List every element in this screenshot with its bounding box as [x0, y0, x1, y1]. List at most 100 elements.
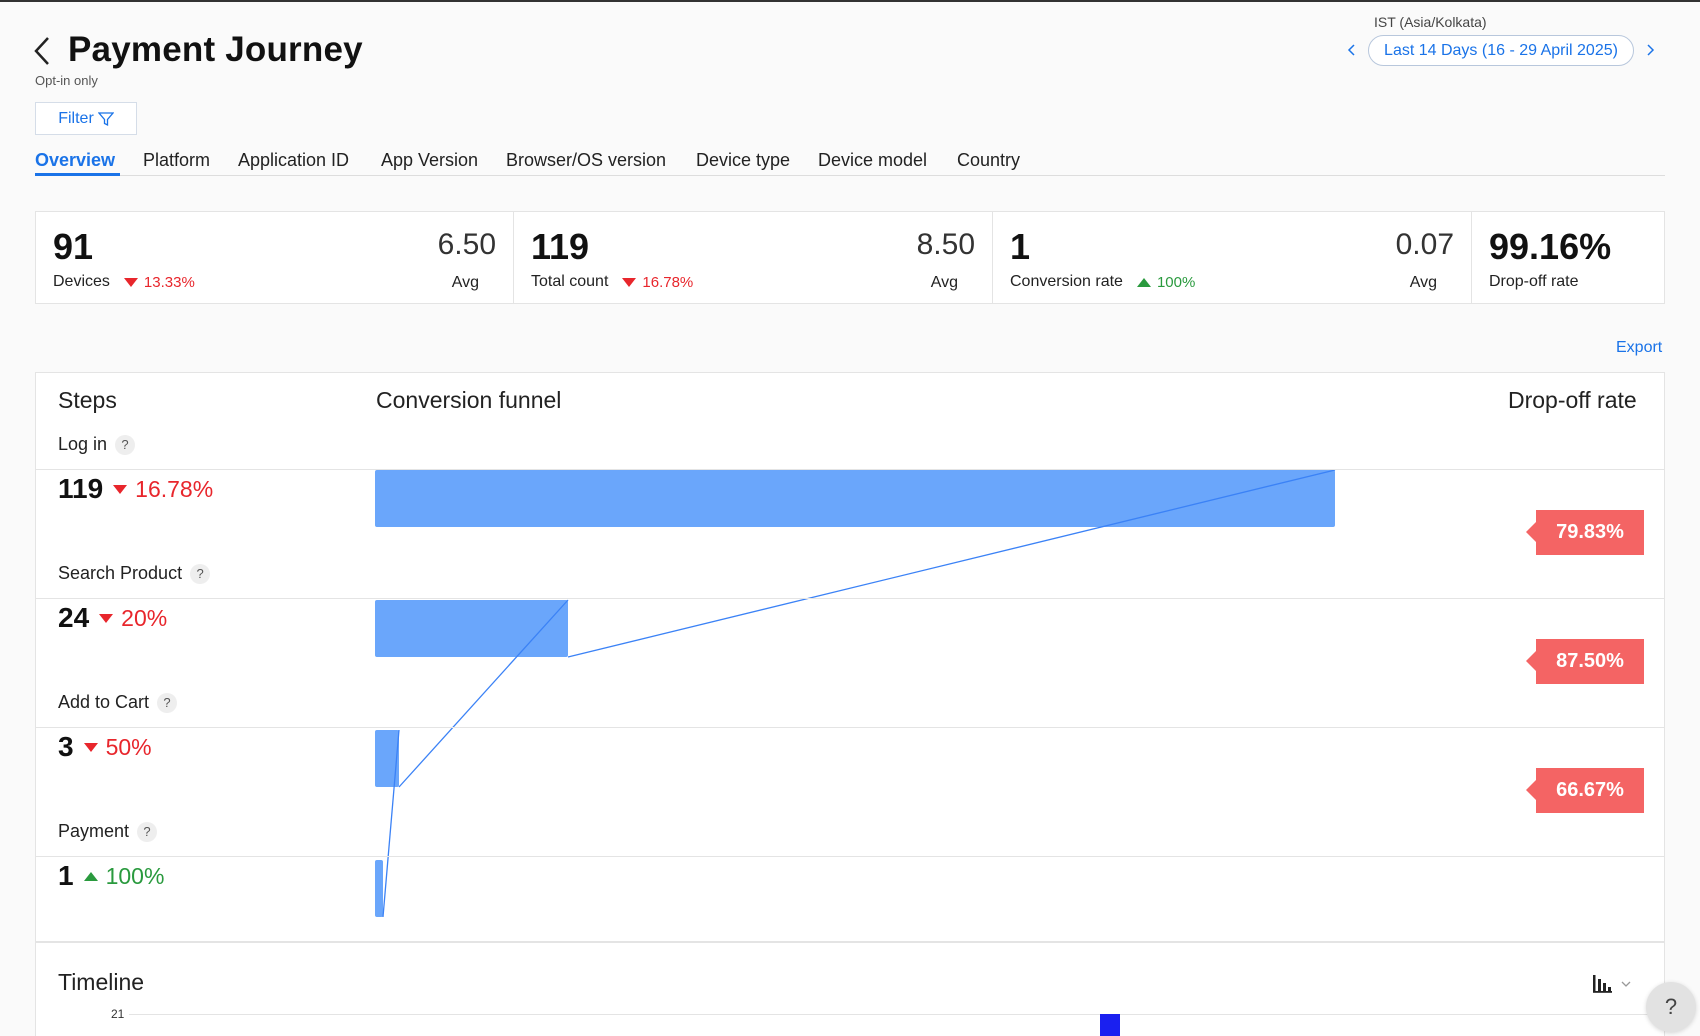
- tab-browser-os-version[interactable]: Browser/OS version: [506, 150, 666, 171]
- step-label-search-product: Search Product ?: [58, 563, 211, 584]
- kpi-value: 91: [53, 226, 94, 267]
- kpi-change-value: 13.33%: [143, 273, 195, 291]
- tab-device-model[interactable]: Device model: [818, 150, 927, 171]
- kpi-avg-label: Avg: [1409, 274, 1437, 291]
- step-change: 20%: [99, 605, 167, 632]
- step-name: Log in: [58, 434, 108, 454]
- kpi-change: 13.33%: [123, 273, 195, 291]
- funnel-card: Steps Conversion funnel Drop-off rate Lo…: [35, 372, 1665, 942]
- kpi-label: Drop-off rate: [1489, 273, 1579, 290]
- step-change-value: 50%: [105, 733, 152, 760]
- row-divider: [36, 598, 1664, 599]
- step-label-add-to-cart: Add to Cart ?: [58, 692, 178, 713]
- row-divider: [36, 727, 1664, 728]
- bar-chart-icon[interactable]: [1591, 973, 1613, 995]
- timezone-label: IST (Asia/Kolkata): [1374, 14, 1487, 30]
- step-value-log-in: 119 16.78%: [58, 473, 213, 505]
- kpi-conversion-rate: 1 Conversion rate 100% 0.07 Avg: [993, 212, 1472, 303]
- step-change: 100%: [83, 862, 165, 890]
- kpi-value: 99.16%: [1489, 226, 1612, 267]
- kpi-avg-label: Avg: [930, 274, 958, 291]
- chevron-left-icon[interactable]: [1344, 40, 1358, 60]
- funnel-bar-log-in[interactable]: [375, 470, 1335, 527]
- step-value-payment: 1 100%: [58, 860, 164, 892]
- conversion-funnel-header: Conversion funnel: [376, 387, 562, 413]
- step-change-value: 100%: [105, 862, 165, 889]
- step-name: Payment: [58, 821, 130, 841]
- step-count: 3: [58, 731, 74, 762]
- help-icon[interactable]: ?: [115, 434, 136, 455]
- kpi-change-value: 16.78%: [642, 273, 694, 291]
- kpi-label-row: Conversion rate 100%: [1010, 273, 1195, 291]
- timeline-gridline: [129, 1014, 1649, 1015]
- drop-off-tag: 66.67%: [1526, 768, 1644, 813]
- up-triangle-icon: [83, 871, 98, 881]
- timeline-bar[interactable]: [1100, 1014, 1120, 1036]
- funnel-bar-search-product[interactable]: [375, 600, 568, 657]
- filter-funnel-icon: [97, 111, 114, 126]
- timeline-card: Timeline 21: [35, 942, 1665, 1036]
- kpi-avg-value: 0.07: [1395, 228, 1454, 261]
- down-triangle-icon: [123, 277, 138, 287]
- kpi-avg-value: 6.50: [437, 228, 496, 261]
- down-triangle-icon: [113, 484, 128, 494]
- page-header: Payment Journey Opt-in only Filter IST (…: [0, 2, 1700, 202]
- step-count: 1: [58, 860, 74, 891]
- filter-label: Filter: [58, 109, 94, 127]
- row-divider: [36, 856, 1664, 857]
- step-value-add-to-cart: 3 50%: [58, 731, 152, 763]
- help-icon[interactable]: ?: [190, 563, 211, 584]
- step-label-log-in: Log in ?: [58, 434, 136, 455]
- timeline-title: Timeline: [58, 969, 145, 995]
- down-triangle-icon: [99, 613, 114, 623]
- funnel-bar-payment[interactable]: [375, 860, 383, 917]
- tab-platform[interactable]: Platform: [143, 150, 210, 171]
- drop-off-rate-header: Drop-off rate: [1508, 387, 1637, 413]
- tab-application-id[interactable]: Application ID: [238, 150, 349, 171]
- kpi-avg-value: 8.50: [916, 228, 975, 261]
- help-icon[interactable]: ?: [137, 821, 158, 842]
- tab-app-version[interactable]: App Version: [381, 150, 478, 171]
- drop-off-tag: 79.83%: [1526, 510, 1644, 555]
- step-change: 16.78%: [113, 476, 213, 503]
- tab-country[interactable]: Country: [957, 150, 1020, 171]
- kpi-value: 1: [1010, 226, 1031, 267]
- help-icon[interactable]: ?: [157, 692, 178, 713]
- kpi-label: Total count: [531, 273, 609, 290]
- step-name: Add to Cart: [58, 692, 150, 712]
- back-arrow-icon[interactable]: [32, 34, 54, 68]
- kpi-label-row: Devices 13.33%: [53, 273, 195, 291]
- tab-bar: Overview Platform Application ID App Ver…: [35, 148, 1665, 176]
- down-triangle-icon: [622, 277, 637, 287]
- page-title: Payment Journey: [68, 30, 363, 69]
- tab-overview[interactable]: Overview: [35, 150, 115, 171]
- kpi-label: Devices: [53, 273, 110, 290]
- page-subtitle: Opt-in only: [35, 73, 98, 88]
- tab-device-type[interactable]: Device type: [696, 150, 790, 171]
- kpi-value: 119: [531, 226, 590, 267]
- up-triangle-icon: [1136, 277, 1151, 287]
- chevron-down-icon[interactable]: [1620, 979, 1632, 989]
- chevron-right-icon[interactable]: [1644, 40, 1658, 60]
- row-divider: [36, 469, 1664, 470]
- kpi-label: Conversion rate: [1010, 273, 1123, 290]
- timeline-y-tick: 21: [111, 1007, 125, 1021]
- kpi-drop-off-rate: 99.16% Drop-off rate: [1472, 212, 1664, 303]
- step-change-value: 16.78%: [135, 475, 214, 502]
- kpi-strip: 91 Devices 13.33% 6.50 Avg 119 Total cou…: [35, 211, 1665, 304]
- kpi-change: 16.78%: [622, 274, 693, 291]
- help-button[interactable]: ?: [1646, 982, 1696, 1032]
- filter-button[interactable]: Filter: [35, 102, 137, 135]
- kpi-avg-label: Avg: [451, 274, 479, 291]
- kpi-change-value: 100%: [1156, 273, 1196, 291]
- step-label-payment: Payment ?: [58, 821, 158, 842]
- down-triangle-icon: [83, 742, 98, 752]
- steps-header: Steps: [58, 387, 117, 413]
- kpi-label-row: Drop-off rate: [1489, 273, 1579, 291]
- step-count: 119: [58, 473, 104, 504]
- date-range-picker[interactable]: Last 14 Days (16 - 29 April 2025): [1368, 35, 1634, 66]
- export-link[interactable]: Export: [1616, 339, 1662, 357]
- step-name: Search Product: [58, 563, 183, 583]
- kpi-devices: 91 Devices 13.33% 6.50 Avg: [36, 212, 514, 303]
- kpi-change: 100%: [1136, 273, 1196, 291]
